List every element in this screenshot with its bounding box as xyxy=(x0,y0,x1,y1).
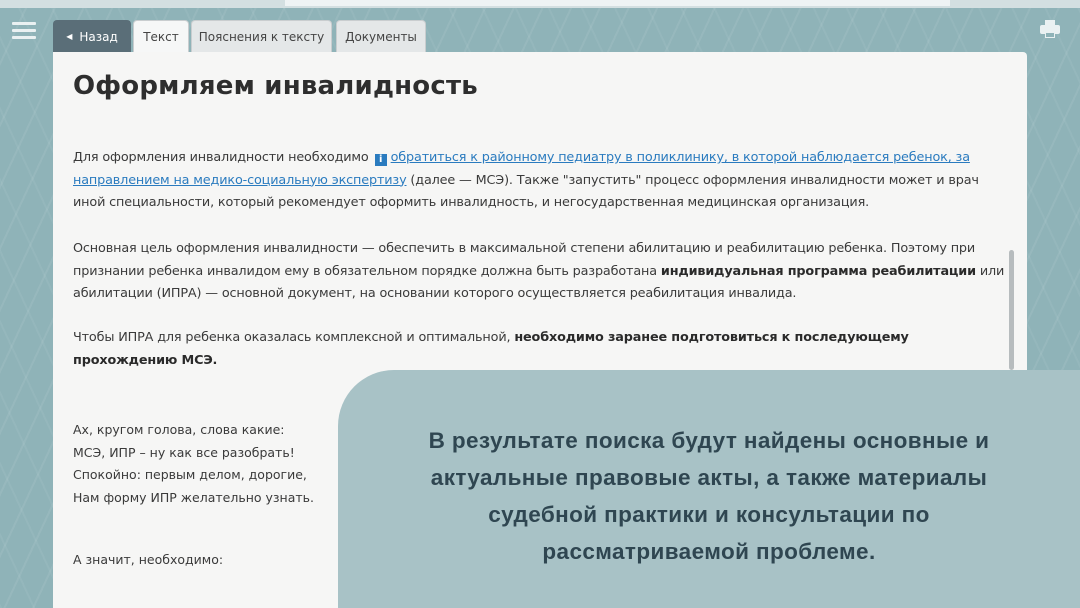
caption-line: В результате поиска будут найдены основн… xyxy=(428,428,990,453)
caption-text: В результате поиска будут найдены основн… xyxy=(338,422,1080,570)
paragraph-1: Для оформления инвалидности необходимо i о… xyxy=(73,147,1013,215)
tab-documents[interactable]: Документы xyxy=(336,20,426,52)
caption-line: рассматриваемой проблеме. xyxy=(542,539,876,564)
caption-overlay: В результате поиска будут найдены основн… xyxy=(338,370,1080,608)
back-button[interactable]: ◀ Назад xyxy=(53,20,131,52)
paragraph-2-bold: индивидуальная программа реабилитации xyxy=(660,263,976,279)
hamburger-menu-icon[interactable] xyxy=(12,22,36,40)
paragraph-3-start: Чтобы ИПРА для ребенка оказалась комплек… xyxy=(73,330,515,345)
paragraph-1-start: Для оформления инвалидности необходимо xyxy=(73,150,369,165)
menu-line xyxy=(12,29,36,32)
poem-line: Нам форму ИПР желательно узнать. xyxy=(73,489,315,505)
caption-line: актуальные правовые акты, а также матери… xyxy=(430,465,988,490)
tab-documents-label: Документы xyxy=(345,29,417,44)
poem-line: Ах, кругом голова, слова какие: xyxy=(73,422,285,437)
page-title: Оформляем инвалидность xyxy=(73,71,478,101)
poem-line: Спокойно: первым делом, дорогие, xyxy=(73,467,307,482)
poem: Ах, кругом голова, слова какие: МСЭ, ИПР… xyxy=(73,419,314,509)
printer-paper xyxy=(1045,32,1055,38)
scrollbar[interactable] xyxy=(1009,250,1014,370)
poem-line: МСЭ, ИПР – ну как все разобрать! xyxy=(73,444,295,460)
info-icon[interactable]: i xyxy=(374,154,387,166)
tab-text-label: Текст xyxy=(143,29,179,44)
tab-notes[interactable]: Пояснения к тексту xyxy=(191,20,332,52)
tail-text: А значит, необходимо: xyxy=(73,552,224,567)
tab-text[interactable]: Текст xyxy=(133,20,189,52)
printer-icon[interactable] xyxy=(1040,20,1060,38)
tab-notes-label: Пояснения к тексту xyxy=(198,29,325,44)
paragraph-3: Чтобы ИПРА для ребенка оказалась комплек… xyxy=(73,327,1013,372)
menu-line xyxy=(12,36,36,39)
triangle-left-icon: ◀ xyxy=(66,32,73,41)
menu-line xyxy=(12,22,36,25)
caption-line: судебной практики и консультации по xyxy=(488,502,930,527)
top-bar xyxy=(0,0,1080,8)
top-bar-segment xyxy=(285,0,950,6)
back-button-label: Назад xyxy=(79,29,118,44)
paragraph-2: Основная цель оформления инвалидности — … xyxy=(73,238,1013,306)
